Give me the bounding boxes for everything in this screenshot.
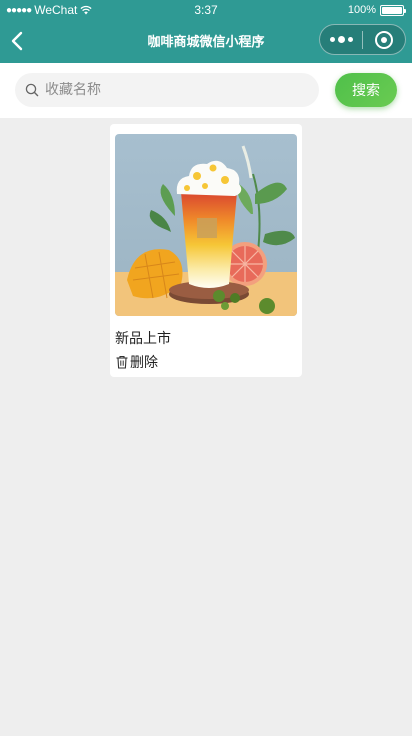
battery-icon — [380, 4, 406, 16]
delete-label: 删除 — [130, 355, 158, 371]
favorite-card: 新品上市 删除 — [110, 124, 302, 377]
more-dots-icon — [329, 37, 335, 42]
trash-icon — [116, 355, 128, 369]
nav-bar: 咖啡商城微信小程序 — [0, 20, 412, 63]
search-icon — [25, 83, 39, 97]
search-box[interactable] — [15, 73, 319, 107]
search-input[interactable] — [45, 82, 295, 98]
search-button[interactable]: 搜索 — [335, 73, 397, 107]
delete-button[interactable]: 删除 — [115, 352, 158, 372]
battery-percent: 100% — [347, 4, 376, 16]
product-title: 新品上市 — [115, 331, 171, 347]
mini-program-capsule — [319, 24, 406, 55]
product-image[interactable] — [115, 134, 297, 316]
search-area: 搜索 — [0, 63, 412, 118]
close-target-icon — [375, 30, 393, 49]
mango-grapefruit-drink-image — [115, 134, 297, 316]
status-bar: ●●●●● WeChat 3:37 100% — [0, 0, 412, 20]
more-button[interactable] — [320, 25, 362, 54]
close-mini-program-button[interactable] — [363, 25, 405, 54]
status-right: 100% — [347, 4, 406, 16]
